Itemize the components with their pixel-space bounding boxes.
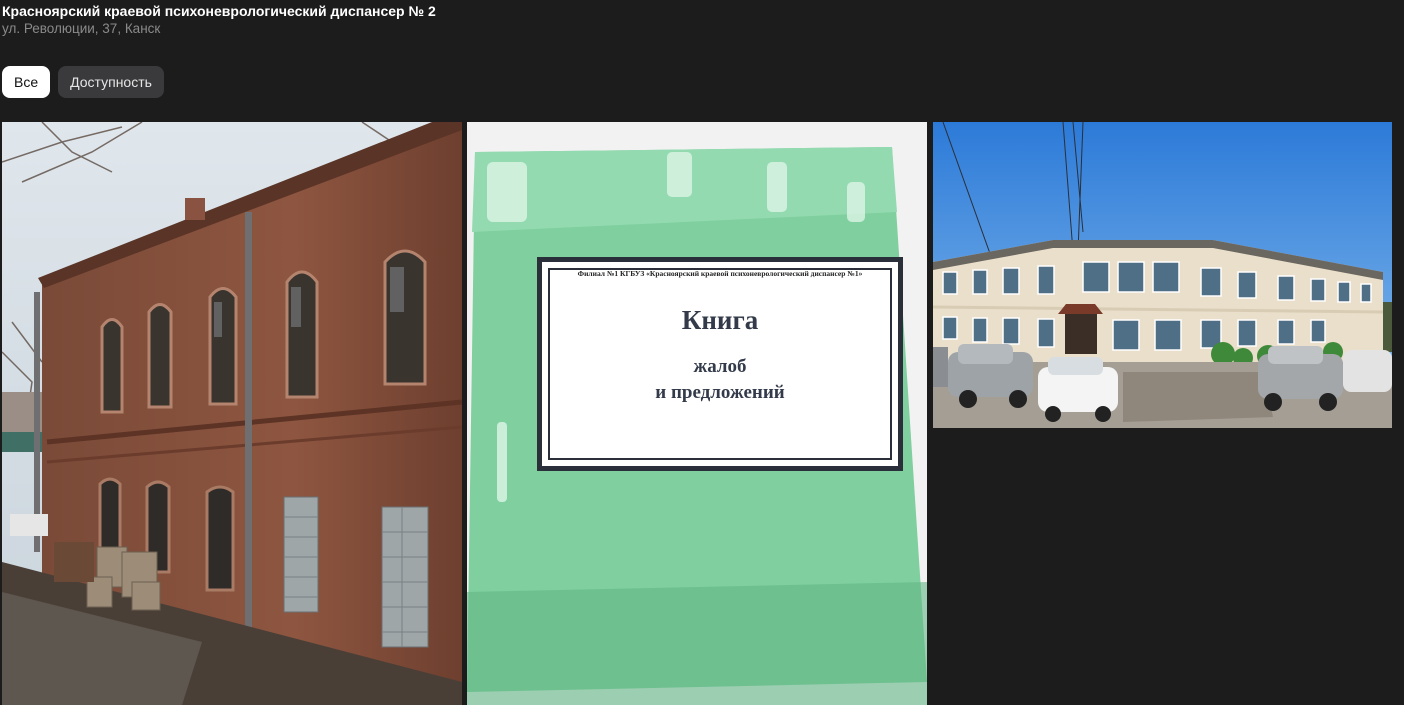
building-street-image [933, 122, 1392, 428]
photo-gallery-page: Красноярский краевой психоневрологически… [0, 0, 1404, 705]
book-header-text: Филиал №1 КГБУЗ «Красноярский краевой пс… [578, 269, 863, 278]
place-address[interactable]: ул. Революции, 37, Канск [2, 20, 436, 38]
book-title-text: Книга [682, 305, 759, 335]
place-header: Красноярский краевой психоневрологически… [2, 2, 436, 38]
place-title: Красноярский краевой психоневрологически… [2, 3, 436, 19]
book-line2-text: и предложений [655, 382, 785, 403]
brick-building-image [2, 122, 462, 705]
building-street-photo[interactable] [933, 122, 1392, 428]
tab-accessibility[interactable]: Доступность [58, 66, 164, 98]
book-line1-text: жалоб [693, 356, 746, 377]
complaint-book-photo[interactable]: Филиал №1 КГБУЗ «Красноярский краевой пс… [467, 122, 927, 705]
complaint-book-image: Филиал №1 КГБУЗ «Красноярский краевой пс… [467, 122, 927, 705]
tab-all[interactable]: Все [2, 66, 51, 98]
photo-filter-tabs: Все Доступность [2, 66, 164, 98]
brick-building-photo[interactable] [2, 122, 462, 705]
